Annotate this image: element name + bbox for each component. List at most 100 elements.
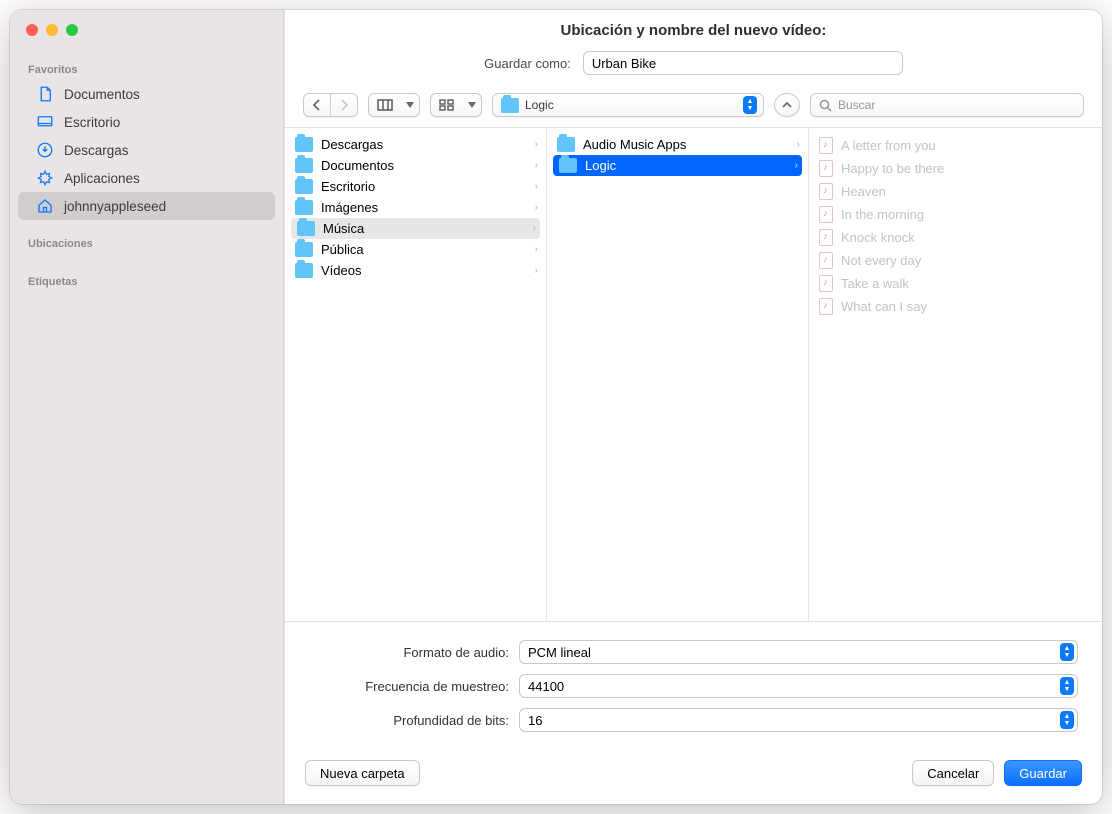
music-file-icon	[819, 298, 833, 315]
location-name: Logic	[525, 98, 737, 112]
search-field[interactable]: Buscar	[810, 93, 1084, 117]
item-label: Happy to be there	[841, 161, 944, 176]
browser-toolbar: Logic ▲▼ Buscar	[285, 87, 1102, 123]
sidebar: Favoritos Documentos Escritorio Descarga…	[10, 10, 284, 804]
chevron-right-icon: ›	[797, 139, 800, 150]
folder-item[interactable]: Documentos›	[285, 155, 546, 176]
download-icon	[36, 141, 54, 159]
folder-item[interactable]: Audio Music Apps ›	[547, 134, 808, 155]
folder-item[interactable]: Imágenes›	[285, 197, 546, 218]
audio-format-select[interactable]: PCM lineal ▲▼	[519, 640, 1078, 664]
zoom-window-button[interactable]	[66, 24, 78, 36]
sample-rate-label: Frecuencia de muestreo:	[309, 679, 509, 694]
sidebar-item-descargas[interactable]: Descargas	[18, 136, 275, 164]
music-file-icon	[819, 137, 833, 154]
chevron-right-icon: ›	[795, 160, 798, 171]
file-item: Happy to be there	[809, 157, 1071, 180]
save-button[interactable]: Guardar	[1004, 760, 1082, 786]
group-icon	[439, 99, 455, 111]
item-label: Escritorio	[321, 179, 375, 194]
location-popup[interactable]: Logic ▲▼	[492, 93, 764, 117]
cancel-button[interactable]: Cancelar	[912, 760, 994, 786]
item-label: Not every day	[841, 253, 921, 268]
folder-icon	[501, 98, 519, 113]
file-item: Not every day	[809, 249, 1071, 272]
bit-depth-value: 16	[528, 713, 542, 728]
sidebar-item-escritorio[interactable]: Escritorio	[18, 108, 275, 136]
folder-item[interactable]: Música›	[291, 218, 540, 239]
browser-column-1: Descargas›Documentos›Escritorio›Imágenes…	[285, 128, 547, 621]
document-icon	[36, 85, 54, 103]
sample-rate-select[interactable]: 44100 ▲▼	[519, 674, 1078, 698]
item-label: In the morning	[841, 207, 924, 222]
item-label: A letter from you	[841, 138, 936, 153]
folder-icon	[295, 200, 313, 215]
file-item: A letter from you	[809, 134, 1071, 157]
sample-rate-value: 44100	[528, 679, 564, 694]
home-icon	[36, 197, 54, 215]
item-label: Vídeos	[321, 263, 361, 278]
item-label: Knock knock	[841, 230, 915, 245]
folder-icon	[295, 242, 313, 257]
music-file-icon	[819, 206, 833, 223]
item-label: Documentos	[321, 158, 394, 173]
apps-icon	[36, 169, 54, 187]
bit-depth-select[interactable]: 16 ▲▼	[519, 708, 1078, 732]
audio-format-label: Formato de audio:	[309, 645, 509, 660]
sidebar-item-aplicaciones[interactable]: Aplicaciones	[18, 164, 275, 192]
back-button[interactable]	[304, 94, 330, 116]
folder-item[interactable]: Logic ›	[553, 155, 802, 176]
updown-icon: ▲▼	[1060, 643, 1074, 661]
folder-icon	[295, 263, 313, 278]
music-file-icon	[819, 183, 833, 200]
updown-icon: ▲▼	[743, 96, 757, 114]
collapse-button[interactable]	[774, 93, 800, 117]
nav-back-forward	[303, 93, 358, 117]
close-window-button[interactable]	[26, 24, 38, 36]
sidebar-label: Descargas	[64, 143, 129, 158]
minimize-window-button[interactable]	[46, 24, 58, 36]
chevron-right-icon: ›	[535, 244, 538, 255]
music-file-icon	[819, 160, 833, 177]
sidebar-label: Aplicaciones	[64, 171, 140, 186]
traffic-lights	[26, 24, 78, 36]
forward-button[interactable]	[331, 94, 357, 116]
item-label: Logic	[585, 158, 616, 173]
sidebar-item-documentos[interactable]: Documentos	[18, 80, 275, 108]
column-browser: Descargas›Documentos›Escritorio›Imágenes…	[285, 127, 1102, 622]
export-options: Formato de audio: PCM lineal ▲▼ Frecuenc…	[285, 622, 1102, 748]
file-item: Take a walk	[809, 272, 1071, 295]
browser-column-3: A letter from you Happy to be there Heaven…	[809, 128, 1071, 621]
item-label: Heaven	[841, 184, 886, 199]
folder-icon	[559, 158, 577, 173]
folder-icon	[295, 137, 313, 152]
folder-item[interactable]: Descargas›	[285, 134, 546, 155]
sidebar-label: Escritorio	[64, 115, 120, 130]
main-panel: Ubicación y nombre del nuevo vídeo: Guar…	[284, 10, 1102, 804]
save-dialog-window: Favoritos Documentos Escritorio Descarga…	[10, 10, 1102, 804]
file-item: Heaven	[809, 180, 1071, 203]
view-columns-control[interactable]	[368, 93, 420, 117]
new-folder-button[interactable]: Nueva carpeta	[305, 760, 420, 786]
chevron-right-icon: ›	[535, 202, 538, 213]
sidebar-header-favorites: Favoritos	[10, 56, 283, 80]
music-file-icon	[819, 275, 833, 292]
item-label: Take a walk	[841, 276, 909, 291]
updown-icon: ▲▼	[1060, 711, 1074, 729]
item-label: What can I say	[841, 299, 927, 314]
sidebar-item-home[interactable]: johnnyappleseed	[18, 192, 275, 220]
chevron-down-icon	[406, 102, 414, 108]
sidebar-label: Documentos	[64, 87, 140, 102]
chevron-right-icon: ›	[535, 265, 538, 276]
chevron-right-icon: ›	[535, 139, 538, 150]
item-label: Audio Music Apps	[583, 137, 686, 152]
folder-item[interactable]: Vídeos ›	[285, 260, 546, 281]
dialog-footer: Nueva carpeta Cancelar Guardar	[285, 748, 1102, 804]
search-placeholder: Buscar	[838, 98, 875, 112]
filename-input[interactable]	[583, 51, 903, 75]
folder-item[interactable]: Escritorio›	[285, 176, 546, 197]
sidebar-label: johnnyappleseed	[64, 199, 166, 214]
folder-item[interactable]: Pública›	[285, 239, 546, 260]
search-icon	[819, 99, 832, 112]
group-by-control[interactable]	[430, 93, 482, 117]
